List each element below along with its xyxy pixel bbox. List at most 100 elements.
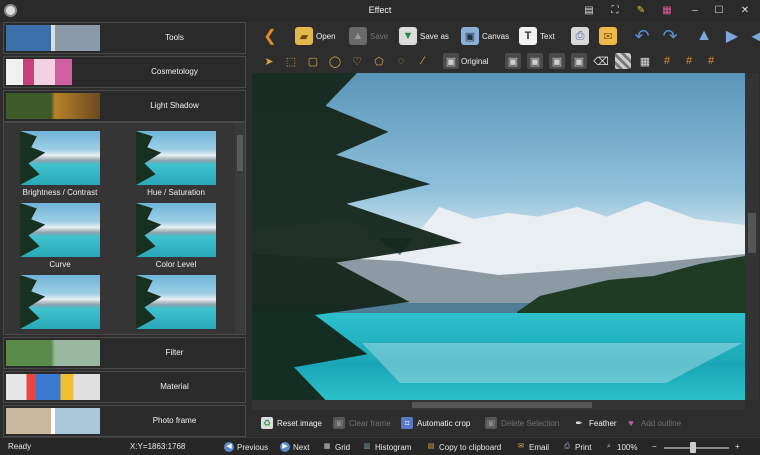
back-button[interactable]: ❮ — [261, 25, 279, 47]
delete-selection-icon: ▣ — [485, 417, 497, 429]
lasso-icon[interactable]: ◌ — [393, 53, 409, 69]
reset-image-button[interactable]: ♻ Reset image — [261, 417, 322, 429]
preview-3-icon[interactable]: ▣ — [549, 53, 565, 69]
status-bar: Ready X:Y=1863:1768 ◀ Previous ▶ Next ▦ Gri… — [0, 437, 760, 455]
save-icon: ▲ — [349, 27, 367, 45]
document-icon[interactable]: ▤ — [582, 4, 596, 18]
zoom-out-button[interactable]: − — [652, 442, 657, 451]
print-status-button[interactable]: ⎙ Print — [562, 442, 591, 452]
feather-label: Feather — [589, 418, 617, 428]
next-arrow-icon: ▶ — [280, 442, 290, 452]
next-button[interactable]: ▶ Next — [280, 442, 309, 452]
canvas-horizontal-scrollbar[interactable] — [252, 400, 745, 410]
effect-brightness-contrast[interactable]: Brightness / Contrast — [20, 131, 100, 197]
zoom-slider-handle[interactable] — [690, 442, 696, 453]
feather-button[interactable]: ✒ Feather — [573, 417, 617, 429]
add-outline-button[interactable]: ♥ Add outline — [625, 417, 681, 429]
delete-selection-button[interactable]: ▣ Delete Selection — [485, 417, 559, 429]
category-filter[interactable]: Filter — [3, 337, 246, 369]
effect-tile-partial[interactable] — [136, 275, 216, 329]
preview-1-icon[interactable]: ▣ — [505, 53, 521, 69]
magic-wand-icon[interactable]: ⁄ — [415, 53, 431, 69]
undo-button[interactable]: ↶ — [633, 25, 651, 47]
grid-button[interactable]: ▦ Grid — [322, 442, 350, 452]
pointer-icon[interactable]: ➤ — [261, 53, 277, 69]
edit-actions-bar: ♻ Reset image ▣ Clear frame ⌗ Automatic cro… — [251, 413, 760, 435]
original-image-icon[interactable]: ▣ — [443, 53, 459, 69]
email-status-button[interactable]: ✉ Email — [516, 442, 549, 452]
cosmetology-thumbnail — [6, 59, 100, 85]
pencil-icon[interactable]: ✎ — [634, 4, 648, 18]
effect-hue-saturation[interactable]: Hue / Saturation — [136, 131, 216, 197]
canvas-vertical-scrollbar[interactable] — [745, 73, 759, 400]
rect-select-icon[interactable]: ⬚ — [283, 53, 299, 69]
effect-thumbnail — [136, 275, 216, 329]
category-cosmetology[interactable]: Cosmetology — [3, 56, 246, 88]
original-button[interactable]: Original — [461, 53, 489, 69]
grid-5-icon[interactable]: # — [703, 53, 719, 69]
category-label: Photo frame — [152, 416, 197, 425]
effect-window: Effect ▤ ⛶ ✎ ▦ – ☐ ✕ Tools Cosmetology L… — [0, 0, 760, 455]
previous-button[interactable]: ◀ Previous — [224, 442, 268, 452]
flip-vertical-button[interactable]: ▲ — [695, 25, 713, 47]
minimize-button[interactable]: – — [688, 4, 702, 18]
grid-3-icon[interactable]: # — [659, 53, 675, 69]
effect-thumbnail — [136, 203, 216, 257]
rounded-rect-select-icon[interactable]: ▢ — [305, 53, 321, 69]
automatic-crop-label: Automatic crop — [417, 418, 471, 428]
heart-select-icon[interactable]: ♡ — [349, 53, 365, 69]
previous-label: Previous — [237, 442, 269, 452]
histogram-icon: ▥ — [363, 443, 371, 450]
save-as-button[interactable]: ▼ Save as — [399, 25, 449, 47]
reset-image-label: Reset image — [277, 418, 322, 428]
rotate-button[interactable]: ◀ — [747, 25, 760, 47]
title-bar: Effect ▤ ⛶ ✎ ▦ – ☐ ✕ — [0, 0, 760, 22]
email-button[interactable]: ✉ — [599, 25, 617, 47]
polygon-select-icon[interactable]: ⬠ — [371, 53, 387, 69]
flip-horizontal-button[interactable]: ▶ — [723, 25, 741, 47]
canvas-label: Canvas — [482, 31, 510, 41]
transparency-icon[interactable] — [615, 53, 631, 69]
light-shadow-thumbnail — [6, 93, 100, 119]
clear-frame-button[interactable]: ▣ Clear frame — [333, 417, 391, 429]
category-material[interactable]: Material — [3, 371, 246, 403]
redo-button[interactable]: ↷ — [661, 25, 679, 47]
eraser-icon[interactable]: ⌫ — [593, 53, 609, 69]
category-tools[interactable]: Tools — [3, 22, 246, 54]
rotate-icon: ◀ — [751, 29, 760, 43]
maximize-button[interactable]: ☐ — [712, 4, 726, 18]
preview-4-icon[interactable]: ▣ — [571, 53, 587, 69]
preview-2-icon[interactable]: ▣ — [527, 53, 543, 69]
ellipse-select-icon[interactable]: ◯ — [327, 53, 343, 69]
print-icon: ⎙ — [564, 443, 570, 450]
effect-curve[interactable]: Curve — [20, 203, 100, 269]
canvas-button[interactable]: ▣ Canvas — [461, 25, 509, 47]
palette-icon[interactable]: ▦ — [660, 4, 674, 18]
histogram-button[interactable]: ▥ Histogram — [362, 442, 412, 452]
fullscreen-icon[interactable]: ⛶ — [608, 4, 622, 18]
clipboard-icon: ▤ — [427, 443, 435, 450]
undo-icon: ↶ — [634, 25, 650, 46]
effect-tile-partial[interactable] — [20, 275, 100, 329]
effects-scrollbar[interactable] — [235, 123, 245, 334]
print-button[interactable]: ⎙ — [571, 25, 589, 47]
copy-label: Copy to clipboard — [439, 442, 502, 452]
zoom-slider-track[interactable] — [664, 447, 729, 449]
mesh-icon[interactable]: ▦ — [637, 53, 653, 69]
selection-toolbar: ➤ ⬚ ▢ ◯ ♡ ⬠ ◌ ⁄ ▣ Original ▣ ▣ ▣ ▣ ⌫ ▦ #… — [251, 50, 760, 72]
open-button[interactable]: ▰ Open — [295, 25, 336, 47]
close-button[interactable]: ✕ — [738, 4, 752, 18]
save-label: Save — [370, 31, 389, 41]
image-canvas[interactable] — [252, 73, 745, 400]
zoom-in-button[interactable]: + — [735, 442, 740, 451]
grid-4-icon[interactable]: # — [681, 53, 697, 69]
text-button[interactable]: T Text — [519, 25, 555, 47]
copy-to-clipboard-button[interactable]: ▤ Copy to clipboard — [426, 442, 502, 452]
canvas-icon: ▣ — [461, 27, 479, 45]
automatic-crop-button[interactable]: ⌗ Automatic crop — [401, 417, 470, 429]
category-photo-frame[interactable]: Photo frame — [3, 405, 246, 437]
save-button[interactable]: ▲ Save — [349, 25, 388, 47]
grid-label: Grid — [335, 442, 351, 452]
category-light-shadow[interactable]: Light Shadow — [3, 90, 246, 122]
effect-color-level[interactable]: Color Level — [136, 203, 216, 269]
